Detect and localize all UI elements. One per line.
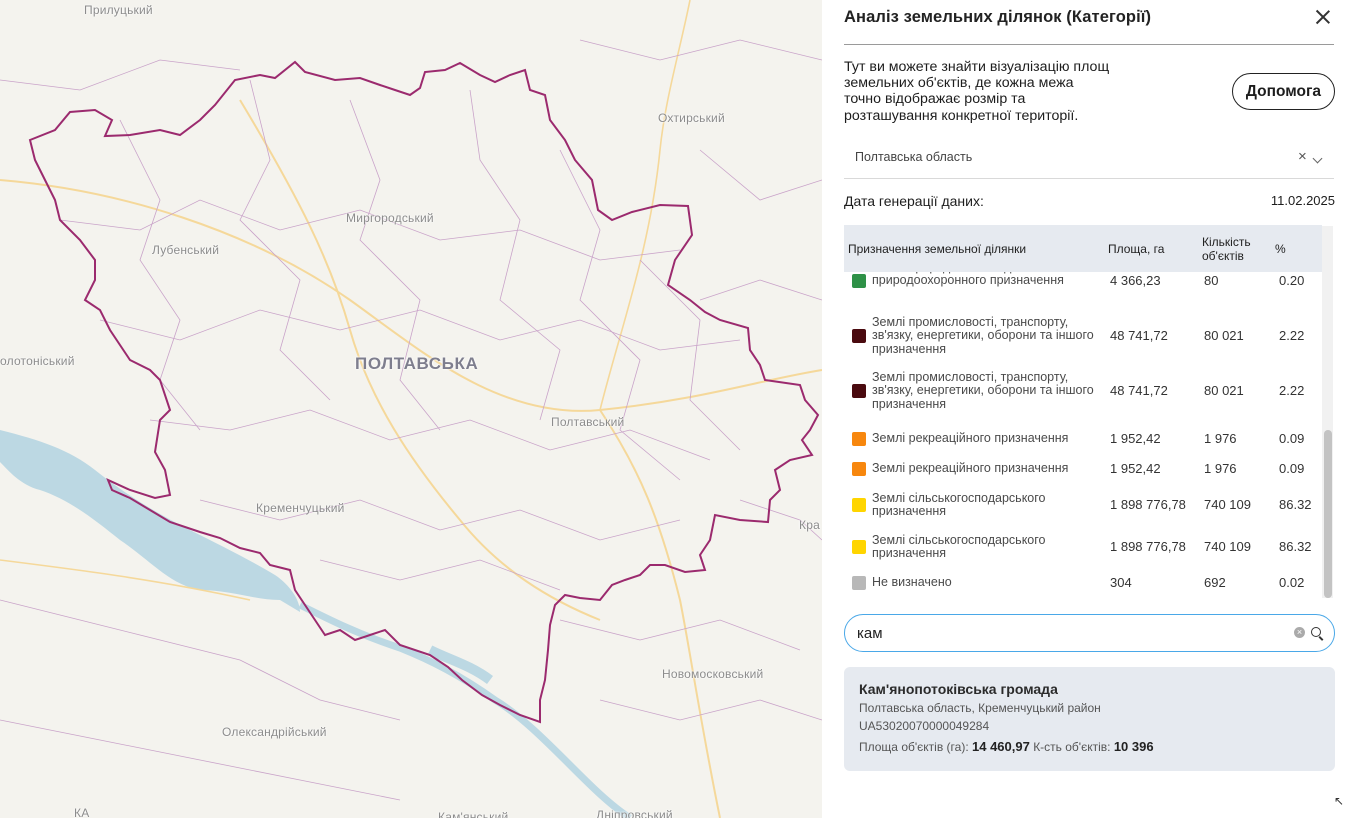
clear-icon[interactable]: × — [1298, 148, 1307, 165]
map-label-ka: КА — [74, 806, 90, 818]
category-color-swatch — [852, 498, 866, 512]
category-percent: 0.09 — [1279, 431, 1305, 446]
map-label-dnipro: Дніпровський — [596, 808, 673, 818]
table-row[interactable]: Землі промисловості, транспорту, зв'язку… — [844, 369, 1322, 413]
category-count: 692 — [1204, 575, 1226, 590]
result-area-value: 14 460,97 — [972, 739, 1030, 754]
category-percent: 86.32 — [1279, 539, 1312, 554]
category-area: 1 952,42 — [1110, 461, 1161, 476]
category-color-swatch — [852, 384, 866, 398]
table-row[interactable]: Землі рекреаційного призначення 1 952,42 1… — [844, 428, 1322, 450]
generation-date-label: Дата генерації даних: — [844, 193, 984, 209]
category-name: Землі рекреаційного призначення — [872, 461, 1069, 476]
table-row[interactable]: Землі промисловості, транспорту, зв'язку… — [844, 314, 1322, 358]
table-row[interactable]: Землі сільськогосподарського призначення… — [844, 530, 1322, 564]
category-color-swatch — [852, 274, 866, 288]
category-count: 1 976 — [1204, 461, 1237, 476]
result-name: Кам'янопотоківська громада — [859, 681, 1058, 697]
help-button[interactable]: Допомога — [1232, 73, 1335, 110]
map-label-oleksandriia: Олександрійський — [222, 725, 327, 739]
result-count-value: 10 396 — [1113, 739, 1154, 754]
map-label-okhtyrka: Охтирський — [658, 111, 725, 125]
map-label-poltava-district: Полтавський — [551, 415, 625, 429]
map-label-novomoskovsk: Новомосковський — [662, 667, 764, 681]
map-label-poltava-region: ПОЛТАВСЬКА — [355, 354, 479, 373]
category-count: 80 021 — [1204, 328, 1244, 343]
panel-title: Аналіз земельних ділянок (Категорії) — [844, 8, 1152, 26]
category-name: Землі сільськогосподарського призначення — [872, 532, 1046, 560]
category-color-swatch — [852, 540, 866, 554]
category-count: 80 — [1204, 273, 1219, 288]
header-purpose[interactable]: Призначення земельної ділянки — [848, 242, 1026, 256]
result-stats: Площа об'єктів (га): 14 460,97 К-сть об'… — [859, 739, 1154, 754]
category-area: 304 — [1110, 575, 1132, 590]
result-code: UA53020070000049284 — [859, 719, 990, 733]
region-select[interactable]: Полтавська область × — [844, 139, 1334, 179]
category-count: 1 976 — [1204, 431, 1237, 446]
category-color-swatch — [852, 576, 866, 590]
map-label-pryluky: Прилуцький — [84, 3, 153, 17]
category-area: 48 741,72 — [1110, 383, 1168, 398]
category-percent: 2.22 — [1279, 328, 1305, 343]
clear-search-icon[interactable]: × — [1294, 627, 1305, 638]
category-percent: 2.22 — [1279, 383, 1305, 398]
category-area: 4 366,23 — [1110, 273, 1161, 288]
category-name: Землі рекреаційного призначення — [872, 431, 1069, 446]
search-result-card[interactable]: Кам'янопотоківська громада Полтавська об… — [844, 667, 1335, 771]
search-input[interactable] — [857, 622, 1277, 644]
map-label-kra: Кра — [799, 518, 820, 532]
table-row[interactable]: Землі рекреаційного призначення 1 952,42 1… — [844, 458, 1322, 480]
title-divider — [844, 44, 1334, 45]
category-name: Землі промисловості, транспорту, зв'язку… — [872, 314, 1094, 356]
map-label-kremenchuk: Кременчуцький — [256, 501, 345, 515]
category-count: 740 109 — [1204, 497, 1251, 512]
search-icon[interactable] — [1311, 627, 1321, 637]
category-percent: 0.20 — [1279, 273, 1305, 288]
category-color-swatch — [852, 462, 866, 476]
region-select-value: Полтавська область — [855, 150, 973, 164]
result-area-label: Площа об'єктів (га): — [859, 740, 969, 754]
category-percent: 86.32 — [1279, 497, 1312, 512]
chevron-down-icon[interactable] — [1312, 153, 1323, 164]
collapse-icon[interactable]: ↖ — [1334, 794, 1348, 808]
intro-text: Тут ви можете знайти візуалізацію площ з… — [844, 59, 1110, 124]
map-label-kamianske: Кам'янський — [438, 810, 509, 818]
result-location: Полтавська область, Кременчуцький район — [859, 701, 1101, 715]
map-label-lubny: Лубенський — [152, 243, 220, 257]
category-name: Не визначено — [872, 575, 952, 590]
category-area: 1 952,42 — [1110, 431, 1161, 446]
category-percent: 0.09 — [1279, 461, 1305, 476]
category-count: 740 109 — [1204, 539, 1251, 554]
category-color-swatch — [852, 329, 866, 343]
category-name: Землі промисловості, транспорту, зв'язку… — [872, 369, 1094, 411]
category-area: 1 898 776,78 — [1110, 539, 1186, 554]
generation-date-value: 11.02.2025 — [1270, 193, 1335, 208]
category-area: 48 741,72 — [1110, 328, 1168, 343]
category-name: Землі сільськогосподарського призначення — [872, 490, 1046, 518]
category-color-swatch — [852, 432, 866, 446]
analysis-panel: Аналіз земельних ділянок (Категорії) Тут… — [822, 0, 1354, 818]
categories-table[interactable]: Призначення земельної ділянки Площа, га … — [844, 225, 1322, 597]
header-count[interactable]: Кількість об'єктів — [1202, 235, 1272, 263]
header-area[interactable]: Площа, га — [1108, 242, 1164, 256]
table-header: Призначення земельної ділянки Площа, га … — [844, 225, 1322, 272]
category-count: 80 021 — [1204, 383, 1244, 398]
header-percent[interactable]: % — [1275, 242, 1286, 256]
map-view[interactable]: Прилуцький Охтирський Миргородський Лубе… — [0, 0, 822, 818]
category-percent: 0.02 — [1279, 575, 1305, 590]
category-area: 1 898 776,78 — [1110, 497, 1186, 512]
table-row[interactable]: Не визначено 304 692 0.02 — [844, 572, 1322, 594]
search-box[interactable]: × — [844, 614, 1335, 652]
close-icon[interactable] — [1312, 6, 1334, 28]
map-label-zolotonosha: олотоніський — [0, 354, 75, 368]
table-row[interactable]: Землі сільськогосподарського призначення… — [844, 488, 1322, 522]
table-scrollbar-thumb[interactable] — [1324, 430, 1332, 598]
result-count-label: К-сть об'єктів: — [1033, 740, 1111, 754]
map-label-myrhorod: Миргородський — [346, 211, 434, 225]
